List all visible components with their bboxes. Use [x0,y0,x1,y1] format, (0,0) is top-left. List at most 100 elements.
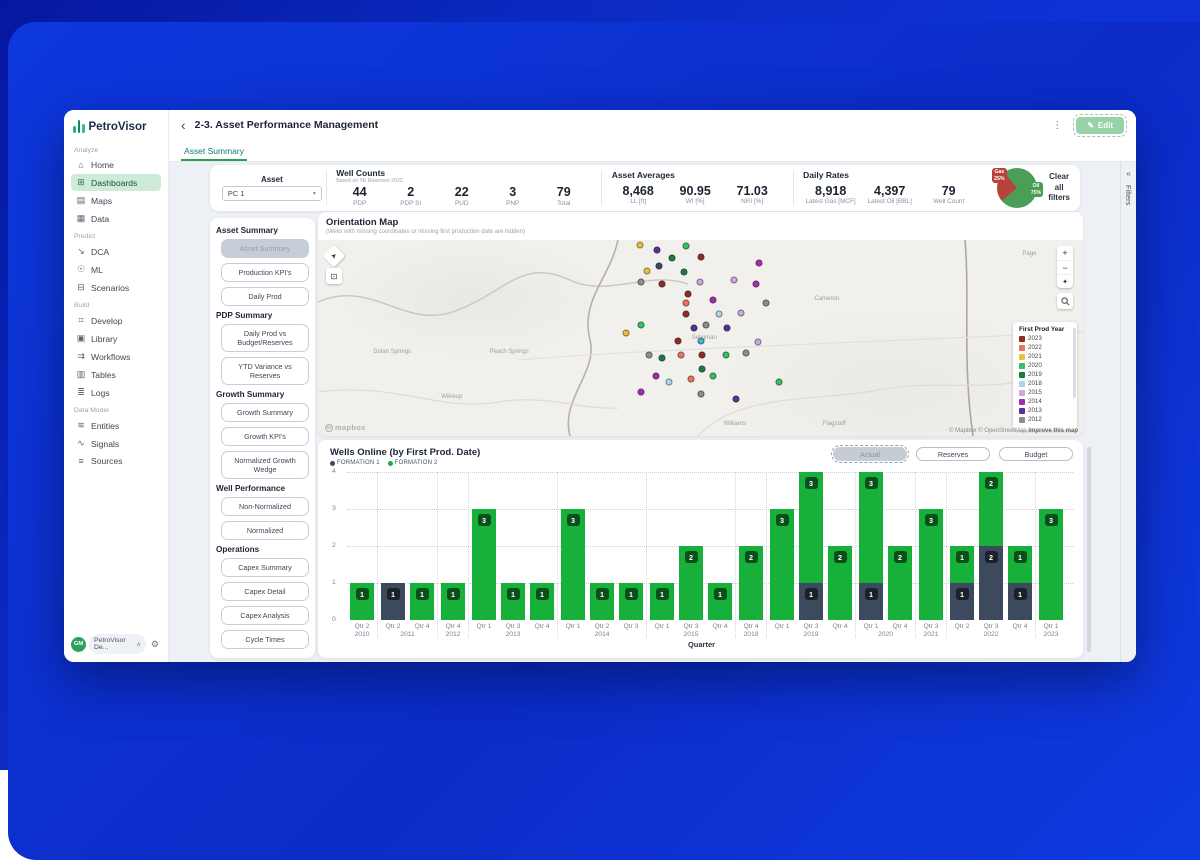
bar-qtr-3-2022[interactable]: 22 [979,472,1003,620]
bar-qtr-3-2014[interactable]: 1 [619,583,643,620]
nav-button-ytd-variance-vs-reserves[interactable]: YTD Variance vs Reserves [221,357,309,385]
sidebar-item-maps[interactable]: ▤Maps [71,192,161,209]
well-map-point[interactable] [722,352,729,359]
filters-panel-label[interactable]: Filters [1124,185,1133,205]
improve-map-link[interactable]: Improve this map [1028,428,1078,434]
bar-qtr-3-2015[interactable]: 2 [679,546,703,620]
well-map-point[interactable] [691,324,698,331]
well-map-point[interactable] [709,297,716,304]
well-map-point[interactable] [732,396,739,403]
sidebar-item-logs[interactable]: ≣Logs [71,384,161,401]
well-map-point[interactable] [646,352,653,359]
nav-button-capex-detail[interactable]: Capex Detail [221,582,309,601]
bar-qtr-1-2019[interactable]: 3 [770,509,794,620]
user-menu[interactable]: PetroVisor De... ∧ [89,634,146,654]
kebab-menu-icon[interactable]: ⋮ [1052,120,1062,131]
well-map-point[interactable] [653,247,660,254]
nav-button-non-normalized[interactable]: Non-Normalized [221,497,309,516]
well-map-point[interactable] [659,355,666,362]
nav-button-growth-kpi-s[interactable]: Growth KPI's [221,427,309,446]
well-map-point[interactable] [696,278,703,285]
legend-item-2013[interactable]: 2013 [1019,407,1075,416]
sidebar-item-entities[interactable]: ≋Entities [71,417,161,434]
bar-qtr-1-2014[interactable]: 3 [561,509,585,620]
sidebar-item-workflows[interactable]: ⇉Workflows [71,348,161,365]
legend-item-2021[interactable]: 2021 [1019,353,1075,362]
sidebar-item-ml[interactable]: ☉ML [71,261,161,278]
bar-qtr-1-2013[interactable]: 3 [472,509,496,620]
well-map-point[interactable] [738,309,745,316]
vertical-scrollbar[interactable] [1087,447,1091,652]
well-map-point[interactable] [724,324,731,331]
well-map-point[interactable] [699,365,706,372]
expand-panel-icon[interactable]: « [1126,169,1130,178]
nav-button-capex-analysis[interactable]: Capex Analysis [221,606,309,625]
well-map-point[interactable] [715,310,722,317]
well-map-point[interactable] [659,280,666,287]
well-map-point[interactable] [637,321,644,328]
well-map-point[interactable] [685,291,692,298]
bar-qtr-4-2013[interactable]: 1 [530,583,554,620]
legend-item-2022[interactable]: 2022 [1019,344,1075,353]
bar-qtr-2-2014[interactable]: 1 [590,583,614,620]
tab-asset-summary[interactable]: Asset Summary [181,142,247,161]
bar-qtr-4-2012[interactable]: 1 [441,583,465,620]
compass-icon[interactable]: ✦ [1057,274,1073,288]
bar-qtr-2-2011[interactable]: 1 [381,583,405,620]
sidebar-item-tables[interactable]: ▥Tables [71,366,161,383]
chart-button-actual[interactable]: Actual [833,447,907,461]
zoom-out-icon[interactable]: − [1057,260,1073,274]
well-map-point[interactable] [682,243,689,250]
nav-button-daily-prod[interactable]: Daily Prod [221,287,309,306]
back-icon[interactable]: ‹ [181,118,186,132]
well-map-point[interactable] [754,339,761,346]
well-map-point[interactable] [682,310,689,317]
gear-icon[interactable]: ⚙ [149,638,161,651]
nav-button-cycle-times[interactable]: Cycle Times [221,630,309,649]
legend-item-2019[interactable]: 2019 [1019,371,1075,380]
bar-qtr-4-2015[interactable]: 1 [708,583,732,620]
well-map-point[interactable] [669,255,676,262]
nav-button-production-kpi-s[interactable]: Production KPI's [221,263,309,282]
well-map-point[interactable] [731,276,738,283]
asset-select[interactable]: PC 1 ▾ [222,186,322,201]
well-map-point[interactable] [680,268,687,275]
well-map-point[interactable] [682,300,689,307]
well-map-point[interactable] [623,329,630,336]
avatar[interactable]: GM [71,637,86,652]
nav-button-asset-summary[interactable]: Asset Summary [221,239,309,258]
well-map-point[interactable] [763,300,770,307]
well-map-point[interactable] [678,352,685,359]
sidebar-item-dashboards[interactable]: ⊞Dashboards [71,174,161,191]
well-map-point[interactable] [666,378,673,385]
bar-qtr-1-2020[interactable]: 31 [859,472,883,620]
well-map-point[interactable] [643,267,650,274]
well-map-point[interactable] [698,338,705,345]
bar-qtr-2-2022[interactable]: 11 [950,546,974,620]
well-map-point[interactable] [688,375,695,382]
well-map-point[interactable] [653,372,660,379]
legend-item-2012[interactable]: 2012 [1019,416,1075,425]
nav-button-capex-summary[interactable]: Capex Summary [221,558,309,577]
well-map-point[interactable] [656,263,663,270]
legend-item-2020[interactable]: 2020 [1019,362,1075,371]
nav-button-daily-prod-vs-budget-reserves[interactable]: Daily Prod vs Budget/Reserves [221,324,309,352]
bar-qtr-1-2015[interactable]: 1 [650,583,674,620]
bar-qtr-4-2011[interactable]: 1 [410,583,434,620]
sidebar-item-develop[interactable]: ⌗Develop [71,312,161,329]
zoom-in-icon[interactable]: + [1057,246,1073,260]
legend-item-2014[interactable]: 2014 [1019,398,1075,407]
well-map-point[interactable] [675,338,682,345]
sidebar-item-scenarios[interactable]: ⊟Scenarios [71,279,161,296]
well-map-point[interactable] [753,280,760,287]
bar-qtr-4-2018[interactable]: 2 [739,546,763,620]
legend-scrollbar[interactable] [1073,328,1076,398]
sidebar-item-home[interactable]: ⌂Home [71,157,161,173]
legend-item-2023[interactable]: 2023 [1019,335,1075,344]
bar-qtr-4-2020[interactable]: 2 [888,546,912,620]
nav-button-normalized[interactable]: Normalized [221,521,309,540]
sidebar-item-data[interactable]: ▦Data [71,210,161,227]
legend-item-2018[interactable]: 2018 [1019,380,1075,389]
edit-button[interactable]: ✎ Edit [1076,117,1124,134]
nav-button-growth-summary[interactable]: Growth Summary [221,403,309,422]
